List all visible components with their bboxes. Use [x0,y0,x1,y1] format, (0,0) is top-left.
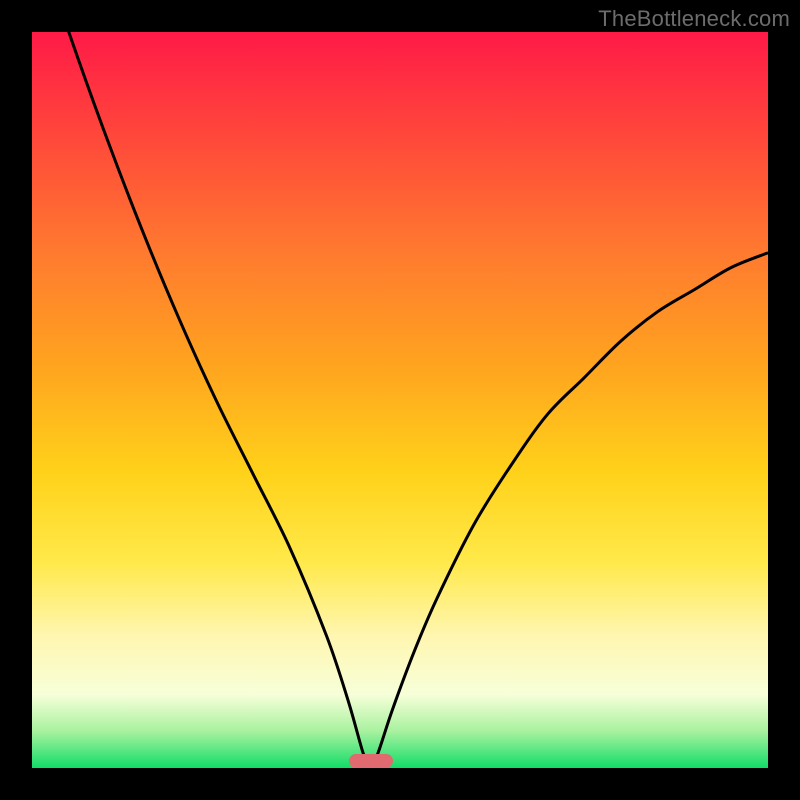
plot-area [32,32,768,768]
bottleneck-curve [32,32,768,768]
chart-frame: TheBottleneck.com [0,0,800,800]
watermark-text: TheBottleneck.com [598,6,790,32]
optimum-marker [349,754,393,768]
curve-line [32,32,768,768]
